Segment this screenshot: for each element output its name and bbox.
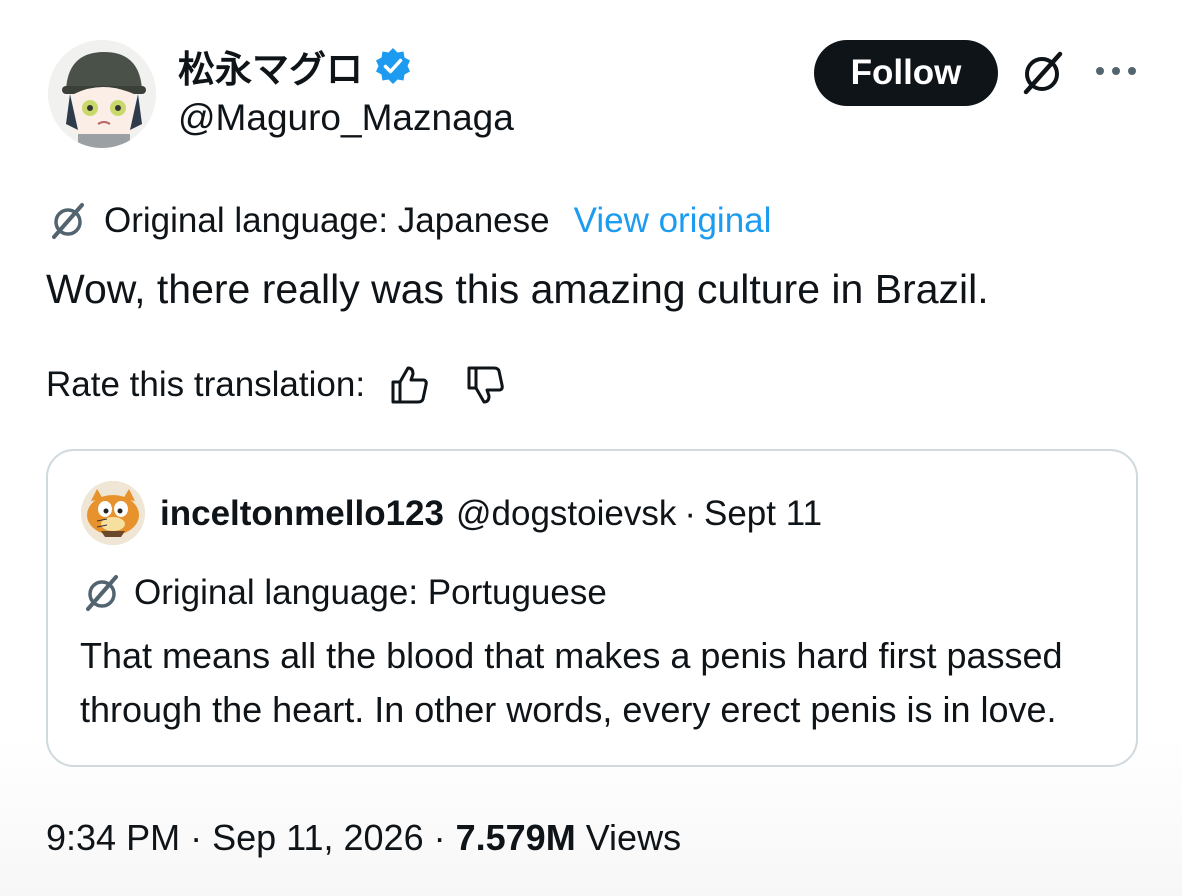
tweet-meta: 9:34 PM · Sep 11, 2026 · 7.579M Views [46, 813, 681, 863]
quoted-tweet-date[interactable]: Sept 11 [704, 494, 822, 534]
quoted-header-separator: · [684, 494, 696, 533]
tweet-time[interactable]: 9:34 PM [46, 817, 180, 859]
verified-badge-icon [373, 46, 413, 86]
avatar-illustration-icon [48, 40, 156, 148]
quoted-translation-notice: Original language: Portuguese [80, 569, 607, 617]
translation-notice: Original language: Japanese View origina… [46, 198, 771, 244]
quoted-author-handle[interactable]: @dogstoievsk [456, 494, 676, 534]
author-handle[interactable]: @Maguro_Maznaga [178, 97, 514, 139]
grok-translate-icon[interactable] [1018, 48, 1068, 98]
tweet-date[interactable]: Sep 11, 2026 [212, 817, 424, 859]
quoted-original-language-label: Original language: Portuguese [134, 573, 607, 612]
quoted-author-name[interactable]: inceltonmello123 [160, 494, 444, 534]
quoted-tweet-header: inceltonmello123 @dogstoievsk · Sept 11 [160, 489, 822, 539]
follow-button[interactable]: Follow [814, 40, 998, 106]
view-original-link[interactable]: View original [574, 201, 772, 241]
original-language-label: Original language: Japanese [104, 201, 550, 240]
author-display-name-row: 松永マグロ [178, 43, 413, 90]
tweet-text: Wow, there really was this amazing cultu… [46, 266, 989, 312]
more-options-icon[interactable] [1094, 60, 1138, 82]
quoted-tweet-text: That means all the blood that makes a pe… [80, 635, 1063, 730]
author-avatar[interactable] [48, 40, 156, 148]
thumbs-up-icon[interactable] [389, 364, 431, 406]
grok-translation-icon [52, 203, 84, 239]
garfield-avatar-icon [81, 481, 145, 545]
quoted-tweet-card[interactable]: inceltonmello123 @dogstoievsk · Sept 11 … [46, 449, 1138, 767]
views-count[interactable]: 7.579M [456, 817, 576, 859]
meta-separator: · [190, 817, 203, 858]
rate-translation-label: Rate this translation: [46, 365, 366, 404]
quoted-author-avatar[interactable] [81, 481, 145, 545]
meta-separator: · [433, 817, 446, 858]
rate-translation-row: Rate this translation: [46, 360, 507, 410]
grok-translation-icon [86, 575, 118, 611]
thumbs-down-icon[interactable] [465, 364, 507, 406]
author-display-name[interactable]: 松永マグロ [178, 39, 363, 93]
views-label: Views [585, 817, 682, 858]
